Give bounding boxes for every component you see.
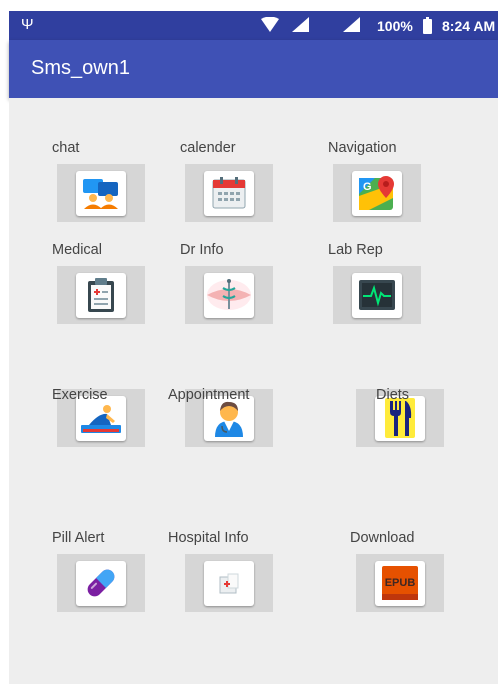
app-bar: Sms_own1 [9, 40, 498, 98]
usb-icon: Ψ [21, 16, 34, 33]
pill-icon [76, 560, 126, 606]
calender-label: calender [180, 140, 236, 156]
dr-info-label: Dr Info [180, 242, 224, 258]
app-title: Sms_own1 [31, 57, 130, 79]
download-label: Download [350, 530, 415, 546]
hospital-info-button[interactable] [185, 554, 273, 612]
battery-percent: 100% [377, 18, 413, 34]
navigation-button[interactable]: G [333, 164, 421, 222]
chat-icon [76, 170, 126, 216]
dr-info-button[interactable] [185, 266, 273, 324]
navigation-label: Navigation [328, 140, 397, 156]
medical-button[interactable] [57, 266, 145, 324]
appointment-label: Appointment [168, 387, 250, 403]
exercise-label: Exercise [52, 387, 108, 403]
hospital-icon [204, 560, 254, 606]
download-button[interactable]: EPUB [356, 554, 444, 612]
maps-icon: G [352, 170, 402, 216]
calendar-icon [204, 170, 254, 216]
chat-button[interactable] [57, 164, 145, 222]
svg-text:G: G [363, 181, 372, 193]
epub-text: EPUB [385, 577, 416, 589]
signal-icon-2 [343, 17, 360, 32]
chat-label: chat [52, 140, 80, 156]
clipboard-icon [76, 272, 126, 318]
caduceus-icon [204, 272, 254, 318]
status-bar: Ψ 100% 8:24 AM [9, 11, 498, 40]
lab-rep-label: Lab Rep [328, 242, 383, 258]
battery-icon [423, 17, 432, 34]
heart-monitor-icon [352, 272, 402, 318]
medical-label: Medical [52, 242, 102, 258]
pill-alert-label: Pill Alert [52, 530, 105, 546]
pill-alert-button[interactable] [57, 554, 145, 612]
lab-rep-button[interactable] [333, 266, 421, 324]
hospital-info-label: Hospital Info [168, 530, 249, 546]
wifi-icon [261, 17, 279, 32]
diets-label: Diets [376, 387, 410, 403]
calender-button[interactable] [185, 164, 273, 222]
signal-icon-1 [292, 17, 309, 32]
clock: 8:24 AM [442, 18, 496, 34]
epub-icon: EPUB [375, 560, 425, 606]
